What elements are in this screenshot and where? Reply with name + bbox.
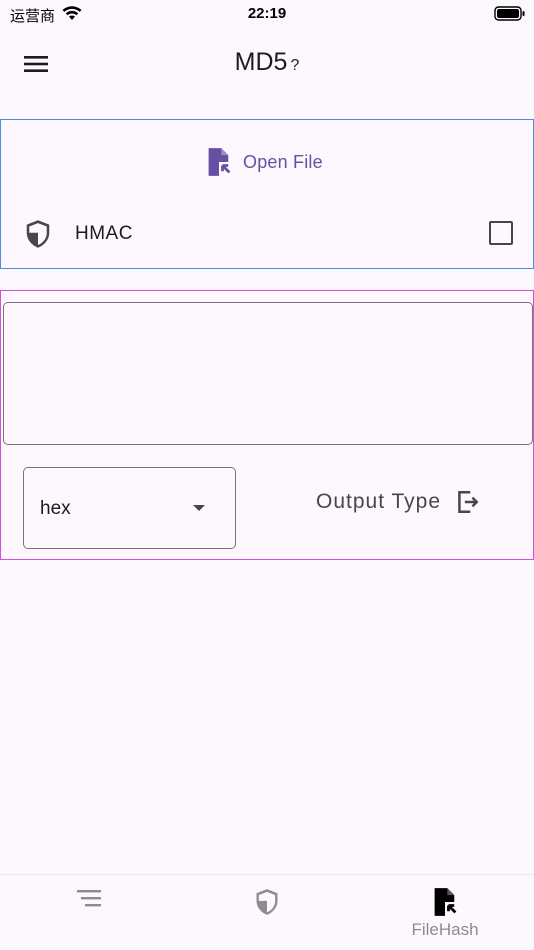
open-file-label: Open File [243,151,323,172]
output-format-value: hex [40,498,71,519]
list-icon [76,887,102,914]
clock: 22:19 [247,5,287,22]
app-bar: MD5? [0,40,534,88]
nav-label-filehash: FileHash [411,920,479,939]
hash-output-field[interactable] [3,302,533,445]
hmac-label: HMAC [75,223,133,244]
output-format-select[interactable]: hex [23,467,236,549]
battery-icon [494,6,526,27]
help-button[interactable]: ? [290,57,299,74]
page-title: MD5 [234,48,288,76]
input-card: Open File HMAC [0,119,534,269]
output-type-button[interactable]: Output Type [316,487,481,517]
status-bar: 运营商 22:19 [0,0,534,28]
output-type-label: Output Type [316,490,442,513]
hmac-checkbox[interactable] [489,221,513,245]
bottom-nav: FileHash [0,874,534,950]
file-open-icon [208,148,231,176]
nav-item-list[interactable] [0,875,178,950]
export-icon [458,491,479,513]
file-icon [431,887,459,922]
hmac-row[interactable]: HMAC [23,214,513,254]
shield-icon [253,887,281,922]
nav-item-hmac[interactable] [178,875,356,950]
dropdown-arrow-icon [193,505,205,511]
page-title-wrap: MD5? [0,48,534,77]
output-card: hex Output Type [0,290,534,560]
shield-icon [23,219,53,254]
nav-item-filehash[interactable]: FileHash [356,875,534,950]
open-file-button[interactable]: Open File [205,145,323,179]
